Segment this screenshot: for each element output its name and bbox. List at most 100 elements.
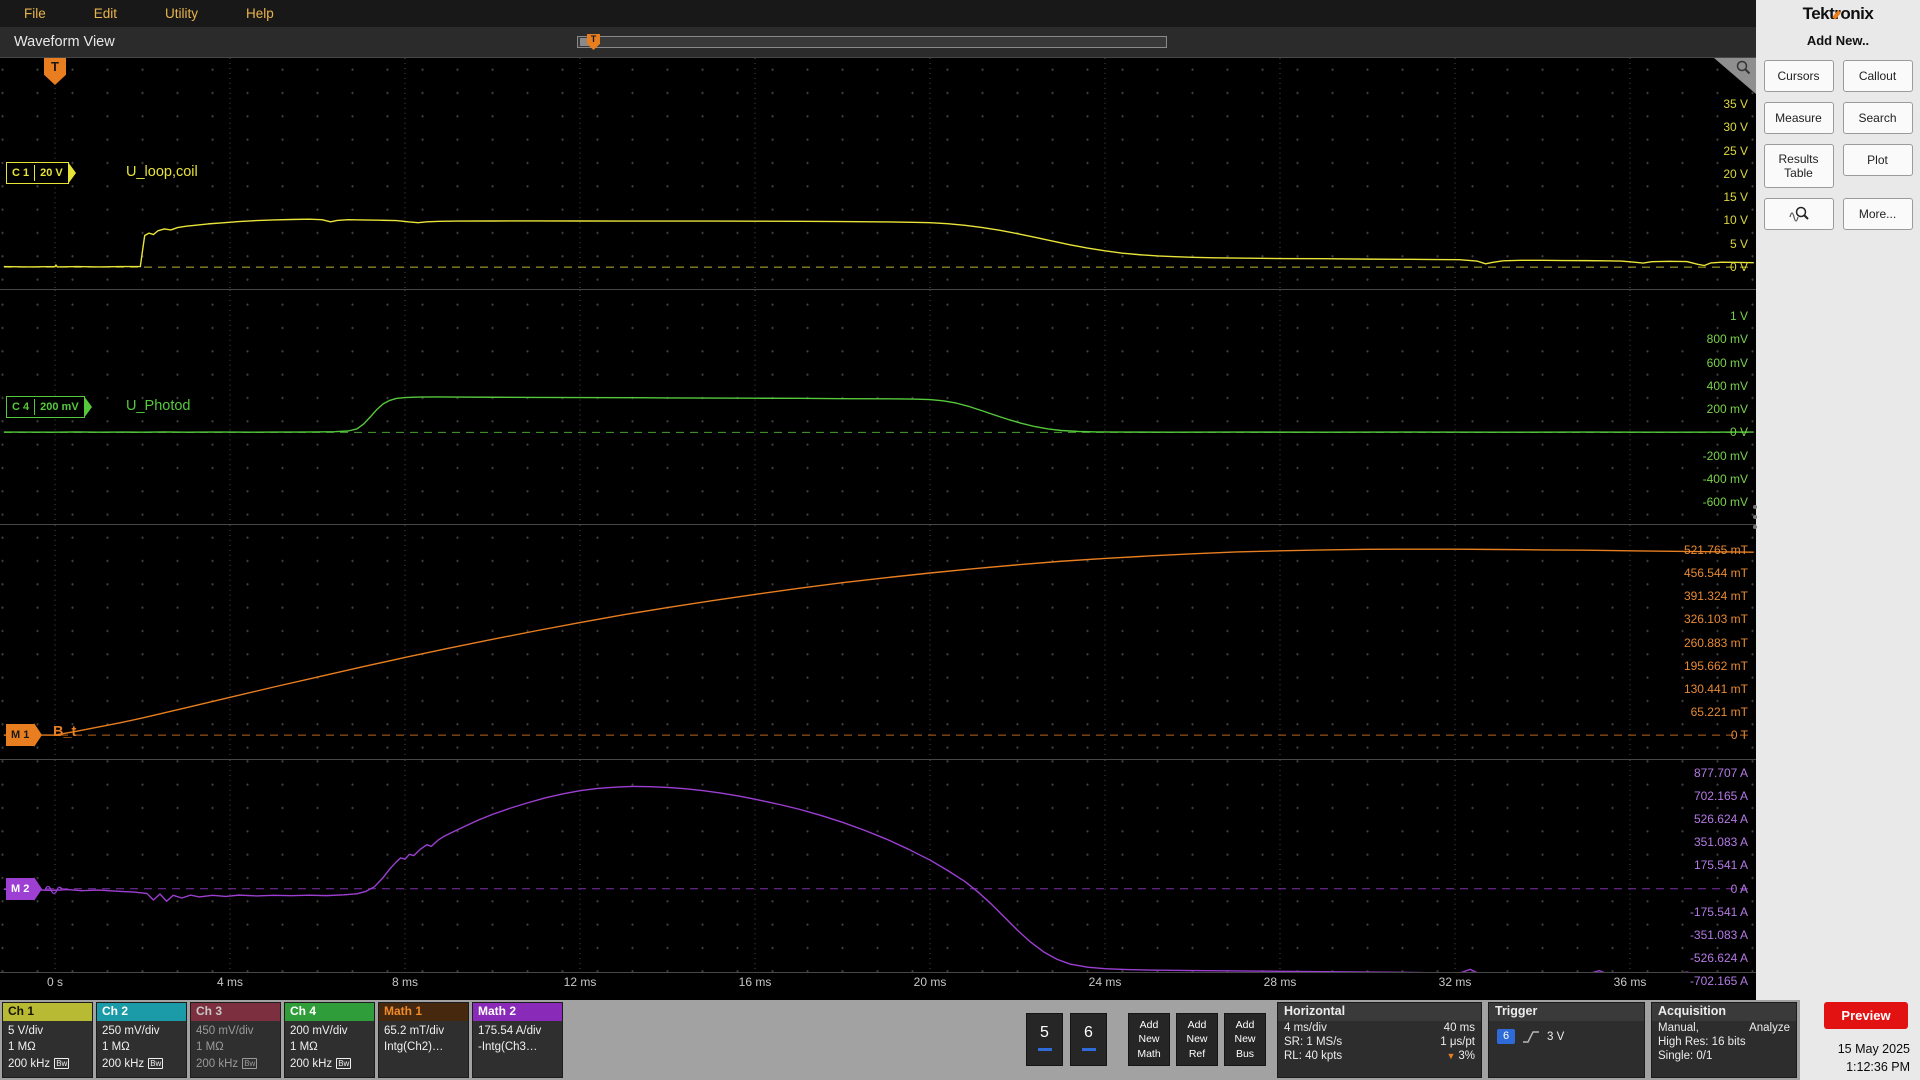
- results-table-button[interactable]: Results Table: [1763, 144, 1834, 188]
- trigger-position-marker-icon: ▼: [1446, 1051, 1456, 1061]
- math1-trace: [3, 525, 1754, 759]
- ch1-badge-scale: 20 V: [34, 165, 68, 181]
- math2-badge-id: M 2: [11, 883, 30, 895]
- math1-card[interactable]: Math 1 65.2 mT/div Intg(Ch2)…: [378, 1002, 469, 1078]
- menu-bar: File Edit Utility Help: [0, 0, 1756, 27]
- view-titlebar[interactable]: Waveform View T: [0, 27, 1756, 57]
- panel-splitter-handle[interactable]: [1752, 505, 1758, 529]
- math2-channel-badge[interactable]: M 2: [6, 877, 43, 901]
- x-tick-label: 16 ms: [738, 975, 772, 989]
- trigger-title: Trigger: [1489, 1003, 1644, 1021]
- ch1-channel-badge[interactable]: C 1 20 V: [6, 162, 76, 184]
- search-button[interactable]: Search: [1842, 102, 1913, 134]
- trigger-position-percent: 3%: [1458, 1050, 1475, 1062]
- record-scrollbar[interactable]: T: [577, 34, 1167, 50]
- acquisition-single: Single: 0/1: [1658, 1050, 1713, 1062]
- acquisition-mode: Manual,: [1658, 1022, 1699, 1034]
- add-new-ref-button[interactable]: Add New Ref: [1176, 1013, 1218, 1066]
- ch3-card[interactable]: Ch 3 450 mV/div 1 MΩ 200 kHz Bw: [190, 1002, 281, 1078]
- ch2-card-header: Ch 2: [97, 1003, 186, 1021]
- record-length: RL: 40 kpts: [1284, 1050, 1343, 1062]
- cursors-button[interactable]: Cursors: [1763, 60, 1834, 92]
- ch4-bw-limit-icon: Bw: [336, 1057, 352, 1069]
- brand-area: Tektronix: [1756, 0, 1920, 27]
- view-title: Waveform View: [14, 34, 115, 50]
- acquisition-title: Acquisition: [1652, 1003, 1796, 1021]
- ch4-badge-id: C 4: [12, 401, 30, 413]
- ch3-scale: 450 mV/div: [196, 1025, 254, 1037]
- ch4-card[interactable]: Ch 4 200 mV/div 1 MΩ 200 kHz Bw: [284, 1002, 375, 1078]
- ch1-trace: [3, 58, 1754, 289]
- add-new-heading: Add New..: [1806, 33, 1870, 48]
- ch3-bandwidth: 200 kHz: [196, 1057, 239, 1070]
- ch3-card-header: Ch 3: [191, 1003, 280, 1021]
- x-tick-label: 8 ms: [391, 975, 418, 989]
- ch4-scale: 200 mV/div: [290, 1025, 348, 1037]
- menu-item[interactable]: Utility: [141, 0, 222, 27]
- x-tick-label: 32 ms: [1438, 975, 1472, 989]
- measure-button[interactable]: Measure: [1763, 102, 1834, 134]
- waveform-slice-ch1[interactable]: [0, 57, 1756, 289]
- x-tick-label: 0 s: [46, 975, 63, 989]
- ch4-badge-scale: 200 mV: [34, 399, 84, 415]
- math1-scale: 65.2 mT/div: [384, 1025, 445, 1037]
- ch2-bandwidth: 200 kHz: [102, 1057, 145, 1070]
- trigger-source-badge: 6: [1497, 1029, 1515, 1044]
- oscilloscope-screen: File Edit Utility Help Tektronix Waveform V…: [0, 0, 1920, 1080]
- waveform-slice-ch4[interactable]: [0, 289, 1756, 524]
- preview-button[interactable]: Preview: [1824, 1002, 1908, 1029]
- channel-5-button[interactable]: 5: [1026, 1013, 1063, 1066]
- menu-item[interactable]: Edit: [70, 0, 141, 27]
- menu-item[interactable]: File: [0, 0, 70, 27]
- horizontal-panel[interactable]: Horizontal 4 ms/div 40 ms SR: 1 MS/s 1 μs/…: [1277, 1002, 1482, 1078]
- acquisition-panel[interactable]: Acquisition Manual, Analyze High Res: 16 …: [1651, 1002, 1797, 1078]
- zoom-tool-button[interactable]: [1763, 198, 1834, 230]
- math1-channel-badge[interactable]: M 1: [6, 723, 43, 747]
- ch1-card-header: Ch 1: [3, 1003, 92, 1021]
- ch1-card[interactable]: Ch 1 5 V/div 1 MΩ 200 kHz Bw: [2, 1002, 93, 1078]
- math2-function: -Intg(Ch3…: [478, 1041, 538, 1054]
- horizontal-window: 40 ms: [1443, 1022, 1475, 1034]
- ch4-trace-label: U_Photod: [126, 398, 191, 414]
- more-button[interactable]: More...: [1842, 198, 1913, 230]
- bottom-right-area: Preview 15 May 2025 1:12:36 PM: [1800, 1000, 1920, 1080]
- ch3-bw-limit-icon: Bw: [242, 1057, 258, 1069]
- x-tick-label: 12 ms: [563, 975, 597, 989]
- ch4-trace: [3, 290, 1754, 524]
- waveform-slice-math1[interactable]: [0, 524, 1756, 759]
- magnifier-icon[interactable]: [1736, 60, 1752, 76]
- ch1-badge-id: C 1: [12, 167, 30, 179]
- trigger-position-icon[interactable]: T: [587, 34, 600, 50]
- ch1-bw-limit-icon: Bw: [54, 1057, 70, 1069]
- ch1-impedance: 1 MΩ: [8, 1041, 36, 1054]
- horizontal-scale: 4 ms/div: [1284, 1022, 1327, 1034]
- right-panel: Add New.. Cursors Callout Measure Search…: [1753, 27, 1920, 1000]
- acquisition-resolution: High Res: 16 bits: [1658, 1036, 1746, 1048]
- ch3-impedance: 1 MΩ: [196, 1041, 224, 1054]
- add-new-bus-button[interactable]: Add New Bus: [1224, 1013, 1266, 1066]
- bottom-bar: Ch 1 5 V/div 1 MΩ 200 kHz Bw Ch 2 250 mV/…: [0, 1000, 1800, 1080]
- add-new-math-button[interactable]: Add New Math: [1128, 1013, 1170, 1066]
- horizontal-title: Horizontal: [1278, 1003, 1481, 1021]
- ch2-scale: 250 mV/div: [102, 1025, 160, 1037]
- waveform-slice-math2[interactable]: [0, 759, 1756, 973]
- plot-button[interactable]: Plot: [1842, 144, 1913, 176]
- math2-waveform-glyph-icon: [44, 885, 63, 895]
- x-tick-label: 28 ms: [1263, 975, 1297, 989]
- acquisition-analyze: Analyze: [1749, 1022, 1790, 1034]
- ch2-card[interactable]: Ch 2 250 mV/div 1 MΩ 200 kHz Bw: [96, 1002, 187, 1078]
- channel-6-color-bar: [1081, 1048, 1096, 1051]
- datetime-display: 15 May 2025 1:12:36 PM: [1838, 1040, 1910, 1076]
- math1-trace-label: B_t: [53, 724, 77, 740]
- ch2-impedance: 1 MΩ: [102, 1041, 130, 1054]
- callout-button[interactable]: Callout: [1842, 60, 1913, 92]
- math2-scale: 175.54 A/div: [478, 1025, 542, 1037]
- ch4-channel-badge[interactable]: C 4 200 mV: [6, 396, 92, 418]
- channel-6-button[interactable]: 6: [1070, 1013, 1107, 1066]
- channel-5-label: 5: [1040, 1024, 1049, 1041]
- trigger-panel[interactable]: Trigger 6 3 V: [1488, 1002, 1645, 1078]
- menu-item[interactable]: Help: [222, 0, 298, 27]
- math2-card[interactable]: Math 2 175.54 A/div -Intg(Ch3…: [472, 1002, 563, 1078]
- channel-cards: Ch 1 5 V/div 1 MΩ 200 kHz Bw Ch 2 250 mV/…: [2, 1002, 563, 1078]
- ch2-bw-limit-icon: Bw: [148, 1057, 164, 1069]
